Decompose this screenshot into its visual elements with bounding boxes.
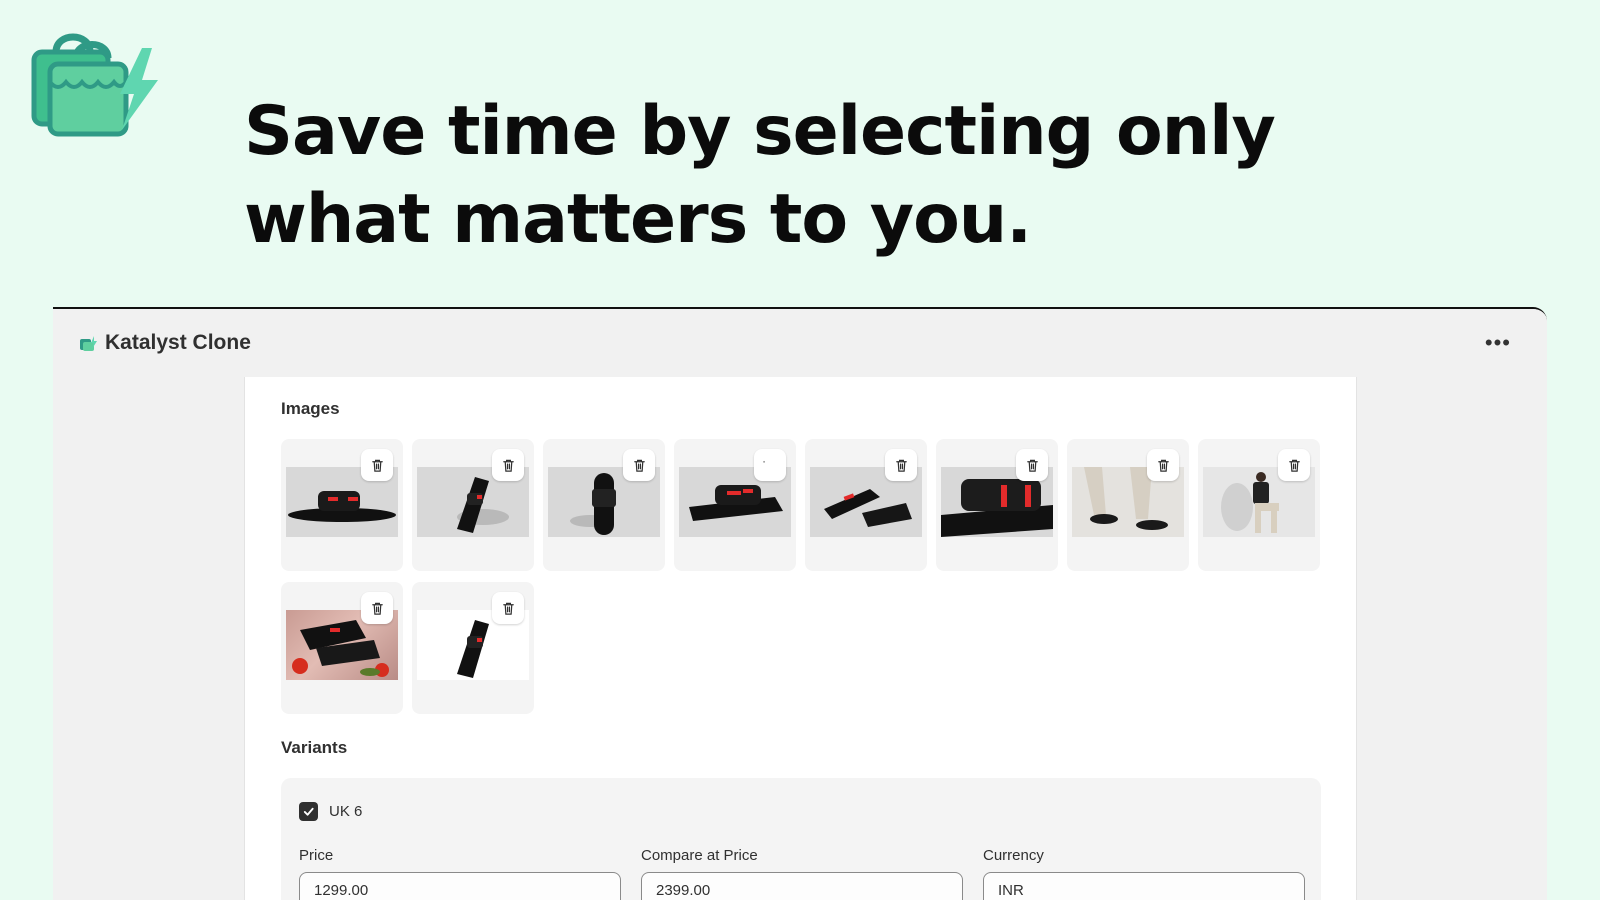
delete-image-button[interactable] bbox=[361, 449, 393, 481]
trash-icon bbox=[633, 459, 645, 472]
image-tile[interactable] bbox=[805, 439, 927, 571]
delete-image-button[interactable] bbox=[885, 449, 917, 481]
image-tile[interactable] bbox=[281, 582, 403, 714]
image-tile[interactable] bbox=[543, 439, 665, 571]
delete-image-button[interactable] bbox=[1016, 449, 1048, 481]
hero-headline-line2: what matters to you. bbox=[244, 180, 1032, 259]
trash-icon bbox=[1026, 459, 1038, 472]
brand-logo bbox=[31, 33, 158, 137]
delete-image-button[interactable] bbox=[623, 449, 655, 481]
currency-field-group: Currency bbox=[983, 847, 1305, 900]
ellipsis-icon[interactable]: ••• bbox=[1475, 332, 1521, 354]
trash-icon bbox=[762, 460, 765, 463]
image-tile[interactable] bbox=[936, 439, 1058, 571]
image-tile[interactable] bbox=[674, 439, 796, 571]
app-window: Katalyst Clone ••• Images Variants UK 6 … bbox=[53, 307, 1547, 900]
currency-label: Currency bbox=[983, 847, 1044, 864]
price-label: Price bbox=[299, 847, 334, 864]
variant-card: UK 6 Price Compare at Price Currency bbox=[281, 778, 1321, 900]
app-header: Katalyst Clone ••• bbox=[53, 309, 1547, 377]
image-tile[interactable] bbox=[281, 439, 403, 571]
compare-price-input[interactable] bbox=[641, 872, 963, 900]
compare-price-label: Compare at Price bbox=[641, 847, 758, 864]
image-tile[interactable] bbox=[412, 582, 534, 714]
variants-section-title: Variants bbox=[281, 738, 348, 757]
trash-icon bbox=[1288, 459, 1300, 472]
variant-fields: Price Compare at Price Currency bbox=[299, 847, 1305, 900]
image-tile[interactable] bbox=[1067, 439, 1189, 571]
compare-price-field-group: Compare at Price bbox=[641, 847, 963, 900]
variant-name: UK 6 bbox=[329, 803, 363, 820]
delete-image-button[interactable] bbox=[1278, 449, 1310, 481]
app-title: Katalyst Clone bbox=[105, 331, 251, 354]
delete-image-button[interactable] bbox=[1147, 449, 1179, 481]
variant-select-row: UK 6 bbox=[299, 802, 1303, 821]
hero-headline: Save time by selecting only what matters… bbox=[244, 88, 1364, 264]
trash-icon bbox=[1157, 459, 1169, 472]
image-tile[interactable] bbox=[1198, 439, 1320, 571]
trash-icon bbox=[502, 602, 514, 615]
image-tile[interactable] bbox=[412, 439, 534, 571]
product-panel: Images Variants UK 6 Price 1299.00 Compa… bbox=[244, 377, 1357, 900]
trash-icon bbox=[371, 459, 383, 472]
images-section-title: Images bbox=[281, 399, 340, 418]
variant-checkbox[interactable] bbox=[299, 802, 318, 821]
currency-input[interactable] bbox=[983, 872, 1305, 900]
delete-image-button[interactable] bbox=[492, 592, 524, 624]
delete-image-button[interactable] bbox=[754, 449, 786, 481]
price-field-group: Price bbox=[299, 847, 621, 900]
delete-image-button[interactable] bbox=[492, 449, 524, 481]
trash-icon bbox=[895, 459, 907, 472]
price-input[interactable] bbox=[299, 872, 621, 900]
app-logo-icon bbox=[80, 336, 97, 351]
trash-icon bbox=[371, 602, 383, 615]
images-grid bbox=[281, 439, 1320, 714]
trash-icon bbox=[502, 459, 514, 472]
hero-headline-line1: Save time by selecting only bbox=[244, 92, 1276, 171]
checkmark-icon bbox=[303, 807, 314, 816]
delete-image-button[interactable] bbox=[361, 592, 393, 624]
